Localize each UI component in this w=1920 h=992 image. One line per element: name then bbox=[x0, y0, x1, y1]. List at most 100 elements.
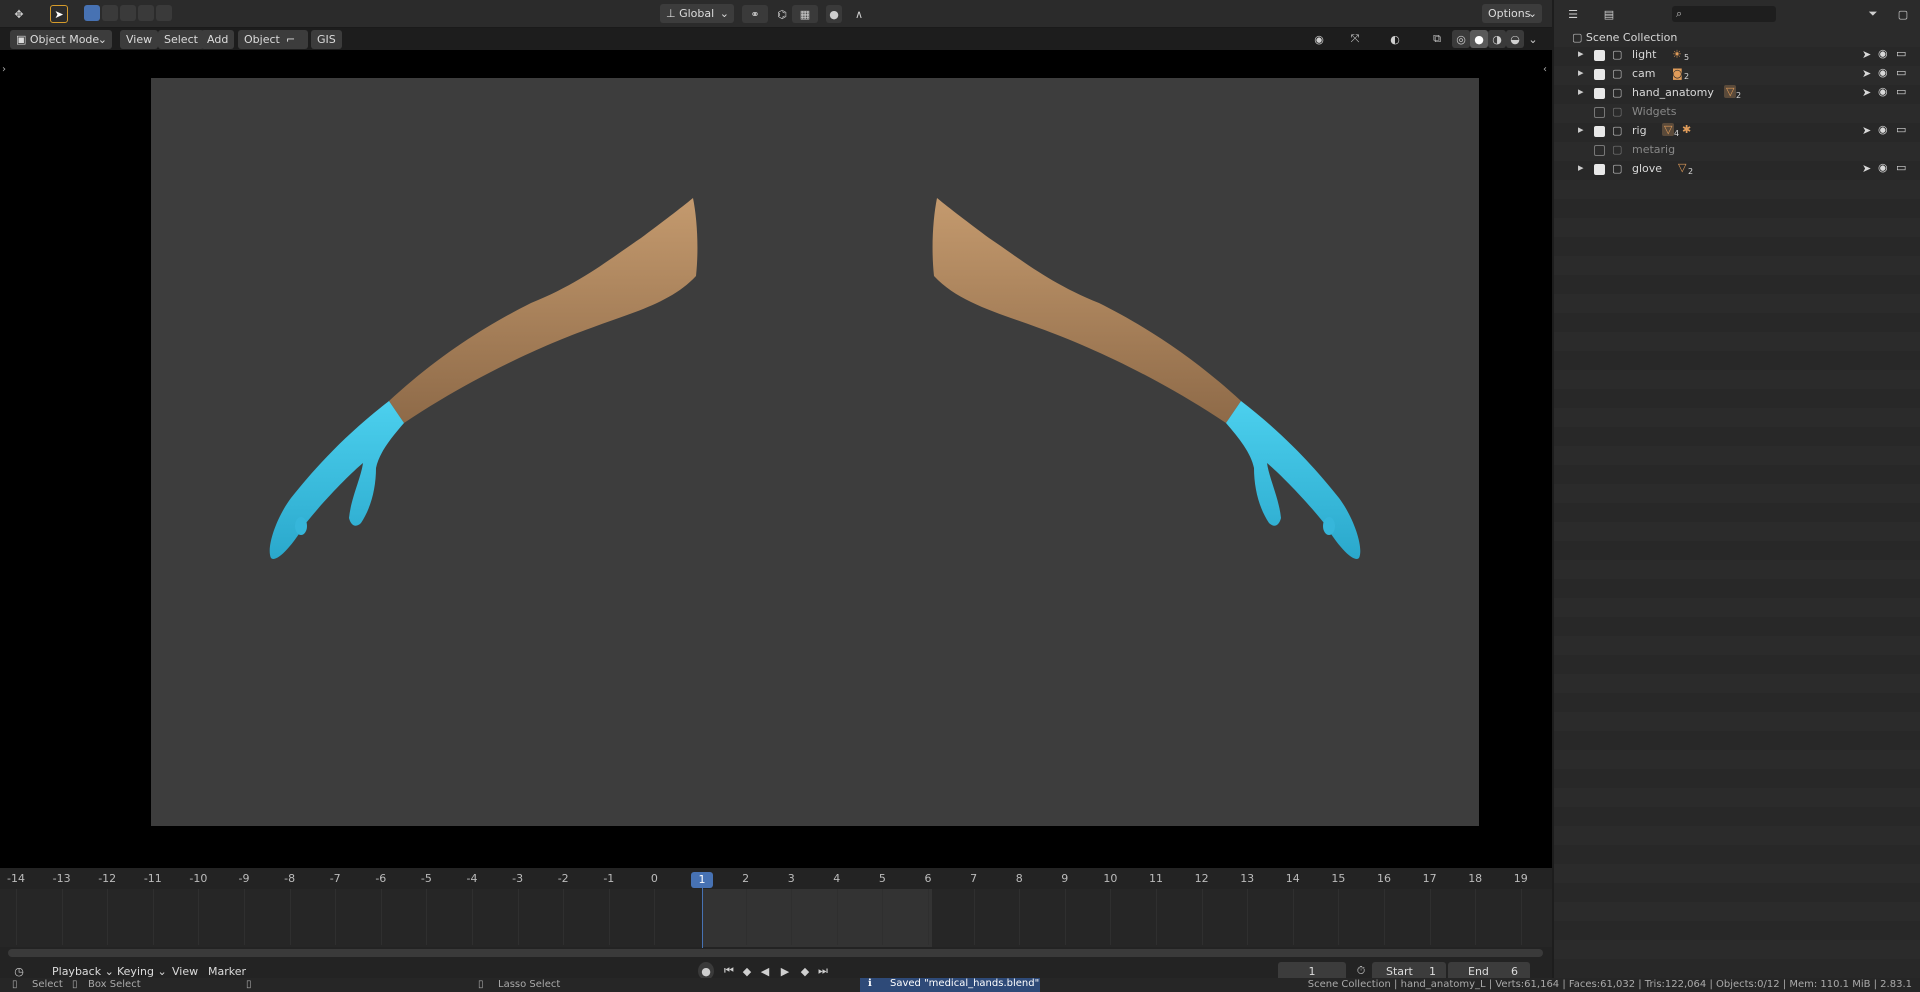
armature-badge-icon: ✱ bbox=[1682, 123, 1692, 136]
falloff-icon[interactable]: ∧ bbox=[846, 5, 872, 23]
status-bar: ▯ Select ▯ Box Select ▯ ▯ Lasso Select ℹ… bbox=[0, 978, 1920, 992]
frame-gridline bbox=[517, 889, 519, 945]
render-icon[interactable]: ▭ bbox=[1896, 85, 1906, 98]
outliner-item[interactable]: ▸ ▢ rig ▽ 4 ✱ ➤ ◉ ▭ bbox=[1554, 122, 1920, 140]
outliner-item[interactable]: ▸ ▢ light ☀ 5 ➤ ◉ ▭ bbox=[1554, 46, 1920, 64]
collection-icon: ▢ bbox=[1572, 31, 1586, 44]
mesh-badge-icon: ▽ bbox=[1678, 161, 1687, 174]
select-tool-icon[interactable]: ➤ bbox=[50, 5, 68, 23]
options-dropdown[interactable]: Options ⌄ bbox=[1482, 4, 1542, 23]
eye-icon[interactable]: ◉ bbox=[1878, 66, 1888, 79]
shading-options-icon[interactable]: ⌄ bbox=[1524, 30, 1542, 48]
render-icon[interactable]: ▭ bbox=[1896, 123, 1906, 136]
wireframe-shading-icon[interactable]: ◎ bbox=[1452, 30, 1470, 48]
expand-arrow-icon[interactable]: ▸ bbox=[1578, 85, 1584, 98]
frame-tick-label: 15 bbox=[1331, 872, 1346, 885]
curve-dropdown-icon[interactable]: ⌐ bbox=[280, 30, 308, 49]
sidebar-expand-icon[interactable]: ‹ bbox=[1543, 64, 1547, 75]
editor-type-icon[interactable]: ✥ bbox=[10, 5, 28, 23]
display-mode-icon[interactable]: ▤ bbox=[1600, 5, 1618, 23]
menu-object[interactable]: Object bbox=[238, 30, 286, 49]
select-subtract-icon[interactable] bbox=[120, 5, 136, 21]
selectable-icon[interactable]: ➤ bbox=[1862, 67, 1871, 80]
lasso-key-icon: ▯ bbox=[478, 979, 484, 990]
exclude-checkbox[interactable] bbox=[1594, 107, 1605, 118]
outliner-item[interactable]: ▢ metarig bbox=[1554, 141, 1920, 159]
eye-icon[interactable]: ◉ bbox=[1878, 47, 1888, 60]
frame-gridline bbox=[1384, 889, 1385, 945]
material-shading-icon[interactable]: ◑ bbox=[1488, 30, 1506, 48]
outliner-editor-icon[interactable]: ☰ bbox=[1564, 5, 1582, 23]
menu-gis[interactable]: GIS bbox=[311, 30, 342, 49]
eye-icon[interactable]: ◉ bbox=[1878, 85, 1888, 98]
solid-shading-icon[interactable]: ● bbox=[1470, 30, 1488, 48]
frame-tick-label: 16 bbox=[1377, 872, 1391, 885]
proportional-edit-icon[interactable]: ● bbox=[826, 5, 842, 23]
exclude-checkbox[interactable] bbox=[1594, 88, 1605, 99]
frame-tick-label: -6 bbox=[375, 872, 387, 885]
frame-tick-label: -3 bbox=[512, 872, 524, 885]
transform-orientation-dropdown[interactable]: ⊥ Global ⌄ bbox=[660, 4, 734, 23]
frame-tick-label: 10 bbox=[1103, 872, 1118, 885]
rendered-shading-icon[interactable]: ◒ bbox=[1506, 30, 1524, 48]
exclude-checkbox[interactable] bbox=[1594, 69, 1605, 80]
snap-target-icon[interactable]: ▦ bbox=[792, 5, 818, 23]
frame-ruler[interactable]: -14 -13 -12 -11 -10 -9 -8 -7 -6 -5 -4 -3 -2 -1 0 2 3 4 5 6 7… bbox=[0, 872, 1552, 888]
mode-dropdown[interactable]: ▣ Object Mode ⌄ bbox=[10, 30, 112, 49]
menu-add[interactable]: Add bbox=[201, 30, 235, 49]
snap-icon[interactable]: ⌬ bbox=[774, 5, 790, 23]
exclude-checkbox[interactable] bbox=[1594, 50, 1605, 61]
overlays-icon[interactable]: ◐ bbox=[1386, 30, 1404, 48]
frame-tick-label: 8 bbox=[1015, 872, 1023, 885]
frame-tick-label: -8 bbox=[284, 872, 296, 885]
outliner-search-input[interactable]: ⌕ bbox=[1672, 6, 1776, 22]
current-frame-indicator[interactable]: 1 bbox=[691, 872, 713, 888]
select-intersect-icon[interactable] bbox=[156, 5, 172, 21]
exclude-checkbox[interactable] bbox=[1594, 164, 1605, 175]
outliner-item[interactable]: ▸ ▢ cam ◙ 2 ➤ ◉ ▭ bbox=[1554, 65, 1920, 83]
mesh-badge-icon: ▽ bbox=[1724, 85, 1737, 98]
timeline-panel[interactable]: -14 -13 -12 -11 -10 -9 -8 -7 -6 -5 -4 -3 -2 -1 0 2 3 4 5 6 7… bbox=[0, 868, 1552, 992]
outliner-panel: ☰ ▤ ⌕ ⏷ ▢ ▢ Scene Collection ▸ ▢ light ☀… bbox=[1554, 0, 1920, 992]
eye-icon[interactable]: ◉ bbox=[1878, 123, 1888, 136]
xray-icon[interactable]: ⧉ bbox=[1428, 30, 1446, 48]
menu-select[interactable]: Select bbox=[158, 30, 204, 49]
pivot-point-icon[interactable]: ⚭ bbox=[742, 5, 768, 23]
menu-view[interactable]: View bbox=[120, 30, 159, 49]
exclude-checkbox[interactable] bbox=[1594, 145, 1605, 156]
exclude-checkbox[interactable] bbox=[1594, 126, 1605, 137]
gizmo-icon[interactable]: ⤧ bbox=[1346, 30, 1364, 48]
select-invert-icon[interactable] bbox=[138, 5, 154, 21]
render-icon[interactable]: ▭ bbox=[1896, 66, 1906, 79]
render-icon[interactable]: ▭ bbox=[1896, 47, 1906, 60]
expand-arrow-icon[interactable]: ▸ bbox=[1578, 66, 1584, 79]
render-icon[interactable]: ▭ bbox=[1896, 161, 1906, 174]
visibility-icon[interactable]: ◉ bbox=[1310, 30, 1328, 48]
frame-tick-label: 9 bbox=[1061, 872, 1069, 885]
expand-arrow-icon[interactable]: ▸ bbox=[1578, 161, 1584, 174]
selectable-icon[interactable]: ➤ bbox=[1862, 124, 1871, 137]
expand-arrow-icon[interactable]: ▸ bbox=[1578, 47, 1584, 60]
viewport-header: ▣ Object Mode ⌄ View Select Add Object ⌐ … bbox=[0, 28, 1552, 50]
frame-tick-label: 2 bbox=[742, 872, 750, 885]
timeline-scrollbar[interactable] bbox=[8, 949, 1543, 957]
scene-collection-row[interactable]: ▢ Scene Collection bbox=[1572, 30, 1677, 46]
selectable-icon[interactable]: ➤ bbox=[1862, 48, 1871, 61]
frame-gridline bbox=[380, 889, 382, 945]
expand-arrow-icon[interactable]: ▸ bbox=[1578, 123, 1584, 136]
select-new-icon[interactable] bbox=[84, 5, 100, 21]
status-message: ℹ Saved "medical_hands.blend" bbox=[860, 978, 1040, 992]
frame-tick-label: 6 bbox=[924, 872, 932, 885]
frame-gridline bbox=[1247, 889, 1249, 945]
outliner-item[interactable]: ▸ ▢ hand_anatomy ▽ 2 ➤ ◉ ▭ bbox=[1554, 84, 1920, 102]
outliner-item[interactable]: ▸ ▢ glove ▽ 2 ➤ ◉ ▭ bbox=[1554, 160, 1920, 178]
selectable-icon[interactable]: ➤ bbox=[1862, 162, 1871, 175]
selectable-icon[interactable]: ➤ bbox=[1862, 86, 1871, 99]
new-collection-icon[interactable]: ▢ bbox=[1894, 5, 1912, 23]
filter-icon[interactable]: ⏷ bbox=[1864, 5, 1882, 23]
eye-icon[interactable]: ◉ bbox=[1878, 161, 1888, 174]
select-extend-icon[interactable] bbox=[102, 5, 118, 21]
frame-gridline bbox=[973, 889, 975, 945]
toolbar-expand-icon[interactable]: › bbox=[2, 64, 6, 75]
outliner-item[interactable]: ▢ Widgets bbox=[1554, 103, 1920, 121]
